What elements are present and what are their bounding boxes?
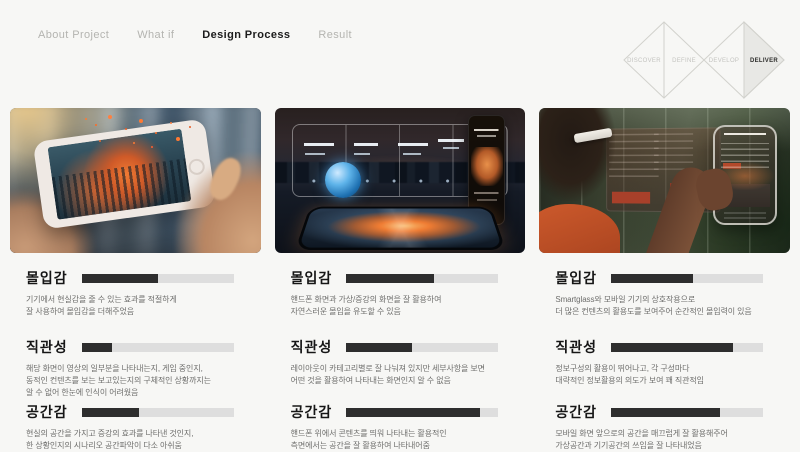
metric-bar-fill (82, 343, 112, 352)
metric-bar-track (82, 343, 234, 352)
metric-description: 모바일 화면 앞으로의 공간을 매끄럽게 잘 활용해주어 가상공간과 기기공간의… (555, 428, 784, 452)
metric-immersion: 몰입감 기기에서 현실감을 줄 수 있는 효과를 적절하게 잘 사용하여 몰입감… (26, 268, 255, 337)
metric-description: Smartglass와 모바일 기기의 상호작용으로 더 많은 컨텐츠의 활용도… (555, 294, 784, 318)
ar-city-phone-photo (10, 108, 261, 253)
photo-art-layer (325, 162, 361, 198)
metric-title: 직관성 (555, 337, 597, 357)
stage-label-define: DEFINE (672, 58, 696, 64)
double-diamond-diagram: DISCOVER DEFINE DEVELOP DELIVER (622, 18, 792, 102)
nav-item-result[interactable]: Result (318, 29, 352, 41)
metric-bar-track (611, 343, 763, 352)
photo-art-layer (47, 129, 191, 220)
metric-title: 몰입감 (26, 268, 68, 288)
metric-title: 공간감 (291, 402, 333, 422)
metric-description: 레이아웃이 카테고리별로 잘 나눠져 있지만 세부사항을 보면 어떤 것을 활용… (291, 363, 520, 387)
smartglass-transparent-phone-photo (539, 108, 790, 253)
metric-bar-fill (82, 274, 158, 283)
photo-art-layer (539, 108, 614, 201)
metric-description: 현실의 공간을 가지고 증강의 효과를 나타낸 것인지, 한 상황인지의 시나리… (26, 428, 255, 452)
metric-title: 직관성 (26, 337, 68, 357)
metric-description: 정보구성의 활용이 뛰어나고, 각 구성마다 대략적인 정보활용의 의도가 보여… (555, 363, 784, 387)
metric-bar-fill (346, 343, 411, 352)
evaluation-column-3: 몰입감 Smartglass와 모바일 기기의 상호작용으로 더 많은 컨텐츠의… (539, 108, 790, 452)
metric-immersion: 몰입감 Smartglass와 모바일 기기의 상호작용으로 더 많은 컨텐츠의… (555, 268, 784, 337)
metric-bar-fill (346, 408, 480, 417)
metric-bar-fill (611, 408, 720, 417)
metric-bar-fill (82, 408, 140, 417)
metric-title: 공간감 (26, 402, 68, 422)
stage-label-deliver: DELIVER (750, 58, 778, 64)
metric-intuitiveness: 직관성 레이아웃이 카테고리별로 잘 나눠져 있지만 세부사항을 보면 어떤 것… (291, 337, 520, 402)
metrics-list: 몰입감 기기에서 현실감을 줄 수 있는 효과를 적절하게 잘 사용하여 몰입감… (10, 268, 261, 452)
nav-item-what-if[interactable]: What if (137, 29, 174, 41)
top-navigation: About Project What if Design Process Res… (38, 29, 352, 41)
metric-description: 핸드폰 화면과 가상/증강의 화면을 잘 활용하여 자연스러운 몰입을 유도할 … (291, 294, 520, 318)
metric-description: 핸드폰 위에서 콘텐츠를 띄워 나타내는 활용적인 측면에서는 공간을 잘 활용… (291, 428, 520, 452)
stage-label-discover: DISCOVER (627, 58, 661, 64)
metric-bar-track (611, 274, 763, 283)
photo-art-layer (295, 207, 506, 250)
metric-bar-fill (611, 343, 733, 352)
metric-bar-track (346, 274, 498, 283)
metric-bar-track (346, 343, 498, 352)
metric-bar-fill (611, 274, 693, 283)
metric-spatiality: 공간감 핸드폰 위에서 콘텐츠를 띄워 나타내는 활용적인 측면에서는 공간을 … (291, 402, 520, 452)
metric-title: 공간감 (555, 402, 597, 422)
evaluation-column-2: 몰입감 핸드폰 화면과 가상/증강의 화면을 잘 활용하여 자연스러운 몰입을 … (275, 108, 526, 452)
metrics-list: 몰입감 핸드폰 화면과 가상/증강의 화면을 잘 활용하여 자연스러운 몰입을 … (275, 268, 526, 452)
metric-bar-track (82, 274, 234, 283)
metric-description: 해당 화면이 영상의 일부분을 나타내는지, 게임 중인지, 동적인 컨텐츠를 … (26, 363, 255, 399)
metric-bar-track (82, 408, 234, 417)
metrics-list: 몰입감 Smartglass와 모바일 기기의 상호작용으로 더 많은 컨텐츠의… (539, 268, 790, 452)
evaluation-column-1: 몰입감 기기에서 현실감을 줄 수 있는 효과를 적절하게 잘 사용하여 몰입감… (10, 108, 261, 452)
evaluation-grid: 몰입감 기기에서 현실감을 줄 수 있는 효과를 적절하게 잘 사용하여 몰입감… (10, 108, 790, 452)
metric-title: 몰입감 (555, 268, 597, 288)
stage-label-develop: DEVELOP (709, 58, 739, 64)
metric-title: 몰입감 (291, 268, 333, 288)
metric-bar-track (611, 408, 763, 417)
metric-bar-track (346, 408, 498, 417)
metric-title: 직관성 (291, 337, 333, 357)
metric-intuitiveness: 직관성 해당 화면이 영상의 일부분을 나타내는지, 게임 중인지, 동적인 컨… (26, 337, 255, 402)
metric-intuitiveness: 직관성 정보구성의 활용이 뛰어나고, 각 구성마다 대략적인 정보활용의 의도… (555, 337, 784, 402)
metric-spatiality: 공간감 현실의 공간을 가지고 증강의 효과를 나타낸 것인지, 한 상황인지의… (26, 402, 255, 452)
nav-item-design-process[interactable]: Design Process (202, 29, 290, 41)
metric-bar-fill (346, 274, 434, 283)
nav-item-about-project[interactable]: About Project (38, 29, 109, 41)
holographic-hud-phone-photo (275, 108, 526, 253)
metric-spatiality: 공간감 모바일 화면 앞으로의 공간을 매끄럽게 잘 활용해주어 가상공간과 기… (555, 402, 784, 452)
metric-description: 기기에서 현실감을 줄 수 있는 효과를 적절하게 잘 사용하여 몰입감을 더해… (26, 294, 255, 318)
metric-immersion: 몰입감 핸드폰 화면과 가상/증강의 화면을 잘 활용하여 자연스러운 몰입을 … (291, 268, 520, 337)
